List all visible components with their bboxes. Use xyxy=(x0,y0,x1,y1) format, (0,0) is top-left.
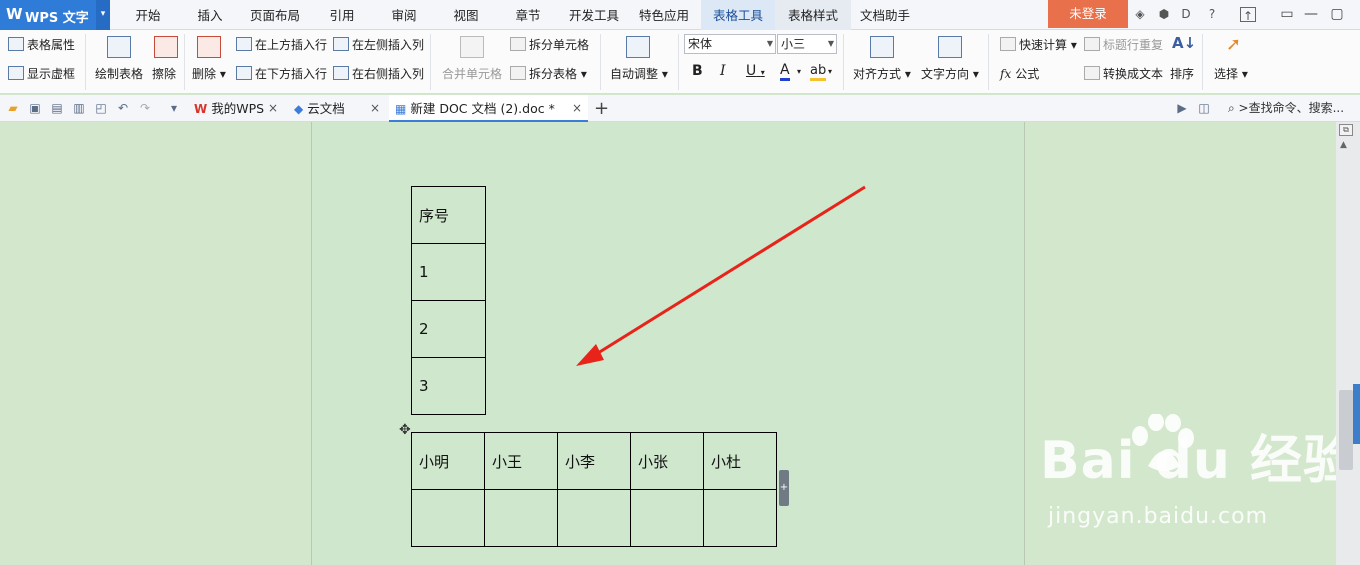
watermark-logo: Bai du 经验 xyxy=(1040,431,1356,491)
scroll-up-icon[interactable]: ▲ xyxy=(1340,140,1347,150)
scroll-thumb[interactable] xyxy=(1339,390,1353,470)
arrow-head xyxy=(576,344,604,366)
watermark-url: jingyan.baidu.com xyxy=(1048,504,1269,529)
restore-panel-icon[interactable]: ⧉ xyxy=(1339,124,1353,136)
side-panel-toggle[interactable] xyxy=(1353,384,1360,444)
vertical-scrollbar[interactable]: ⧉ ▲ xyxy=(1336,122,1360,565)
arrow-shaft xyxy=(589,185,866,360)
baidu-watermark: Bai du 经验 jingyan.baidu.com xyxy=(1040,414,1356,529)
